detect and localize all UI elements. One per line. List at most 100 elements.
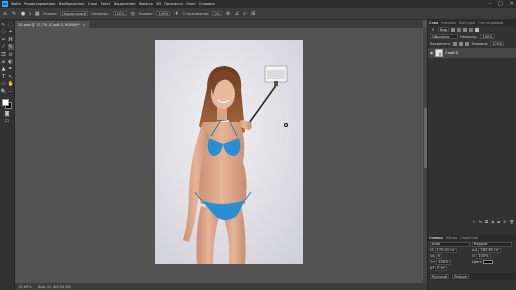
document-tab-title: 20.psd @ 15,7% (Слой 0, RGB/8)* (18, 22, 80, 27)
mode-select[interactable]: Нормальный (60, 11, 89, 16)
antialias-select[interactable]: Резкое (452, 274, 469, 279)
zoom-level[interactable]: 15,69% (18, 285, 32, 289)
lock-position-icon[interactable] (459, 41, 464, 46)
home-icon[interactable]: ⌂ (2, 11, 8, 17)
menu-filter[interactable]: Фильтр (139, 2, 153, 6)
adjustment-layer-icon[interactable]: ◑ (491, 220, 494, 224)
quick-select-tool-icon[interactable]: ⌖ (8, 29, 14, 35)
filter-adjust-icon[interactable] (457, 27, 462, 32)
menu-window[interactable]: Окно (186, 2, 196, 6)
tracking-field[interactable]: 0 (435, 253, 442, 259)
maximize-button[interactable]: □ (498, 1, 503, 7)
text-color-swatch[interactable] (483, 260, 494, 264)
tab-paragraph[interactable]: Абзац (446, 236, 457, 240)
tab-paths[interactable]: Контуры (459, 21, 475, 25)
pressure-opacity-icon[interactable]: ◎ (130, 11, 136, 17)
menu-file[interactable]: Файл (11, 2, 21, 6)
layer-opacity-field[interactable]: 100% (480, 34, 495, 39)
filter-pixel-icon[interactable] (451, 27, 456, 32)
menu-select[interactable]: Выделение (114, 2, 135, 6)
color-swatches[interactable] (1, 98, 13, 109)
new-layer-icon[interactable]: ⊕ (503, 220, 506, 224)
scale-h-field[interactable]: 100% (436, 259, 451, 265)
menu-3d[interactable]: 3D (156, 2, 161, 6)
pen-tool-icon[interactable]: ✒ (8, 66, 14, 72)
filter-toggle-icon[interactable] (475, 27, 480, 32)
tracking-label: VA (430, 254, 435, 258)
pencil-tool-icon[interactable]: ✎ (11, 11, 17, 17)
gradient-tool-icon[interactable]: ◐ (8, 59, 14, 65)
fx-icon[interactable]: fx (479, 220, 482, 224)
leading-field[interactable]: 262,61 пт (478, 247, 501, 253)
menu-edit[interactable]: Редактирование (24, 2, 55, 6)
layer-kind-select[interactable]: Вид (438, 27, 450, 32)
lock-all-icon[interactable] (465, 41, 470, 46)
symmetry-icon[interactable]: ⊞ (250, 11, 256, 17)
hand-tool-icon[interactable]: ✋ (8, 81, 14, 87)
stamp-tool-icon[interactable]: ⎄ (1, 52, 7, 58)
airbrush-icon[interactable]: ✈ (173, 11, 179, 17)
menu-view[interactable]: Просмотр (164, 2, 182, 6)
language-select[interactable]: Русский (430, 274, 450, 279)
layer-name[interactable]: Слой 0 (445, 51, 458, 55)
opacity-field[interactable]: 100% (112, 11, 127, 16)
quick-mask-icon[interactable]: ◙ (4, 111, 10, 117)
tracking-row: VA 0 IT 100% (428, 253, 516, 259)
baseline-field[interactable]: 0 пт (435, 265, 448, 271)
lasso-tool-icon[interactable]: ◌ (1, 29, 7, 35)
filter-shape-icon[interactable] (469, 27, 474, 32)
smoothing-field[interactable]: 0% (212, 11, 223, 16)
menu-type[interactable]: Текст (100, 2, 111, 6)
menu-help[interactable]: Справка (199, 2, 215, 6)
rectangle-tool-icon[interactable]: ▭ (1, 81, 7, 87)
font-style-select[interactable]: Regular (472, 241, 512, 247)
zoom-tool-icon[interactable]: 🔍 (1, 89, 7, 95)
path-select-tool-icon[interactable]: ↖ (8, 74, 14, 80)
close-button[interactable]: ✕ (510, 1, 514, 7)
foreground-color-swatch[interactable] (2, 98, 9, 106)
brush-settings-icon[interactable]: ▦ (34, 11, 40, 17)
document-tab[interactable]: 20.psd @ 15,7% (Слой 0, RGB/8)* × (15, 21, 89, 28)
menu-layers[interactable]: Слои (88, 2, 97, 6)
document-size[interactable]: Док: 51,4М/34,3М (38, 285, 71, 289)
flow-field[interactable]: 100% (156, 11, 171, 16)
tab-character[interactable]: Символ (429, 236, 443, 240)
font-size-field[interactable]: 175,41 пт (434, 247, 457, 253)
brush-preset-icon[interactable]: ● (20, 11, 26, 17)
close-tab-icon[interactable]: × (83, 23, 86, 27)
move-tool-icon[interactable]: ↖ (1, 22, 7, 28)
blend-mode-select[interactable]: Обычные (430, 34, 458, 39)
frame-tool-icon[interactable]: ⌘ (8, 37, 14, 43)
link-layers-icon[interactable]: ∞ (473, 220, 476, 224)
tab-layers[interactable]: Слои (429, 21, 438, 25)
tab-properties[interactable]: Свойства (460, 236, 478, 240)
angle-value[interactable]: 0° (243, 12, 247, 16)
eraser-tool-icon[interactable]: ⌀ (1, 59, 7, 65)
layer-opacity-label: Непрозр.: (460, 34, 479, 39)
filter-type-icon[interactable] (463, 27, 468, 32)
type-tool-icon[interactable]: T (1, 74, 7, 80)
new-group-icon[interactable]: ▬ (497, 220, 500, 224)
eyedropper-tool-icon[interactable]: ⁄ (1, 44, 7, 50)
lock-pixels-icon[interactable] (453, 41, 458, 46)
menu-image[interactable]: Изображение (59, 2, 85, 6)
blur-tool-icon[interactable]: ▲ (1, 66, 7, 72)
brush-tool-icon[interactable]: ✎ (7, 44, 14, 51)
crop-tool-icon[interactable]: ✂ (1, 37, 7, 43)
tab-histogram[interactable]: Гистограмма (478, 21, 503, 25)
marquee-tool-icon[interactable]: ⬚ (8, 22, 14, 28)
visibility-eye-icon[interactable]: ◉ (430, 51, 433, 55)
delete-layer-icon[interactable]: 🗑 (509, 220, 514, 224)
minimize-button[interactable]: – (489, 1, 492, 7)
smoothing-settings-icon[interactable]: ⚙ (225, 11, 231, 17)
fill-field[interactable]: 100% (490, 41, 505, 46)
more-tools-icon[interactable]: ⋯ (8, 89, 14, 95)
layer-row[interactable]: ◉ Слой 0 (428, 48, 516, 58)
scale-v-field[interactable]: 100% (476, 253, 491, 259)
tab-channels[interactable]: Каналы (441, 21, 455, 25)
document-canvas-image[interactable] (155, 40, 303, 264)
history-brush-tool-icon[interactable]: ⊙ (8, 52, 14, 58)
screen-mode-icon[interactable]: ▭ (4, 118, 10, 124)
font-family-select[interactable]: Arial (430, 241, 470, 247)
add-mask-icon[interactable]: ◘ (485, 220, 488, 224)
